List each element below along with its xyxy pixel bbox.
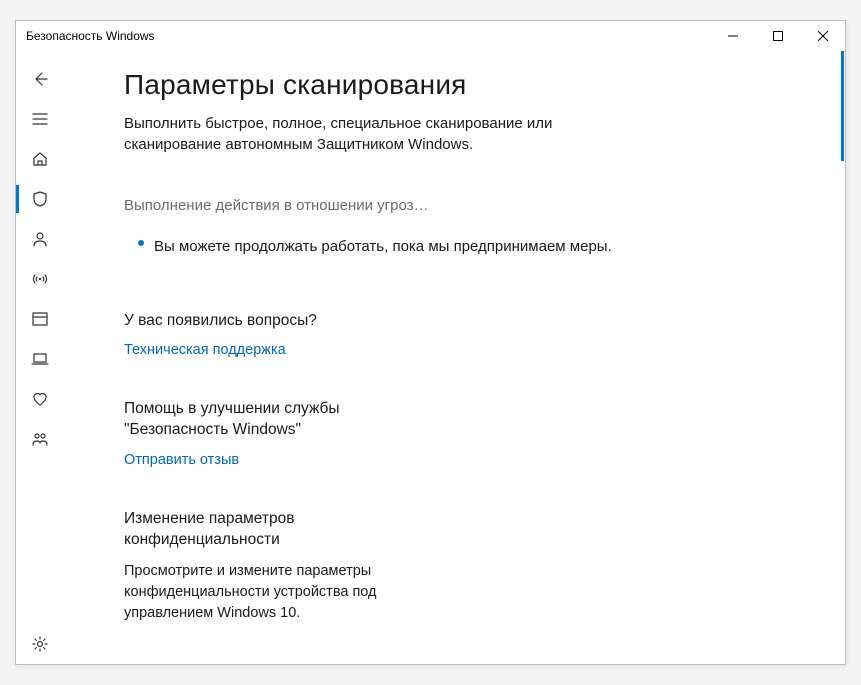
section-privacy: Изменение параметров конфиденциальности … — [124, 509, 394, 624]
nav-app-browser[interactable] — [16, 299, 64, 339]
laptop-icon — [31, 350, 49, 368]
window-title: Безопасность Windows — [26, 29, 710, 43]
help-title: У вас появились вопросы? — [124, 311, 394, 332]
heart-icon — [31, 390, 49, 408]
body-area: Параметры сканирования Выполнить быстрое… — [16, 51, 845, 664]
nav-home[interactable] — [16, 139, 64, 179]
nav-device-health[interactable] — [16, 379, 64, 419]
nav-family[interactable] — [16, 419, 64, 459]
status-line: Выполнение действия в отношении угроз… — [124, 197, 785, 214]
arrow-left-icon — [31, 70, 49, 88]
shield-icon — [31, 190, 49, 208]
page-subtitle: Выполнить быстрое, полное, специальное с… — [124, 113, 644, 155]
window-controls — [710, 21, 845, 51]
sidebar — [16, 51, 64, 664]
privacy-title: Изменение параметров конфиденциальности — [124, 509, 394, 551]
gear-icon — [31, 635, 49, 653]
menu-button[interactable] — [16, 99, 64, 139]
nav-firewall[interactable] — [16, 259, 64, 299]
antenna-icon — [31, 270, 49, 288]
window-icon — [31, 310, 49, 328]
nav-virus-threat[interactable] — [16, 179, 64, 219]
titlebar: Безопасность Windows — [16, 21, 845, 51]
feedback-title: Помощь в улучшении службы "Безопасность … — [124, 399, 394, 441]
section-feedback: Помощь в улучшении службы "Безопасность … — [124, 399, 394, 469]
app-window: Безопасность Windows — [15, 20, 846, 665]
family-icon — [31, 430, 49, 448]
hamburger-icon — [31, 110, 49, 128]
help-link[interactable]: Техническая поддержка — [124, 342, 286, 358]
section-help: У вас появились вопросы? Техническая под… — [124, 311, 394, 360]
page-title: Параметры сканирования — [124, 69, 785, 101]
close-button[interactable] — [800, 21, 845, 51]
feedback-link[interactable]: Отправить отзыв — [124, 452, 239, 468]
nav-account[interactable] — [16, 219, 64, 259]
minimize-button[interactable] — [710, 21, 755, 51]
nav-device-security[interactable] — [16, 339, 64, 379]
main-content: Параметры сканирования Выполнить быстрое… — [64, 51, 845, 664]
sidebar-spacer — [16, 459, 64, 624]
back-button[interactable] — [16, 59, 64, 99]
nav-settings[interactable] — [16, 624, 64, 664]
home-icon — [31, 150, 49, 168]
status-detail: Вы можете продолжать работать, пока мы п… — [124, 236, 785, 259]
maximize-button[interactable] — [755, 21, 800, 51]
privacy-body: Просмотрите и измените параметры конфиде… — [124, 561, 394, 624]
person-icon — [31, 230, 49, 248]
